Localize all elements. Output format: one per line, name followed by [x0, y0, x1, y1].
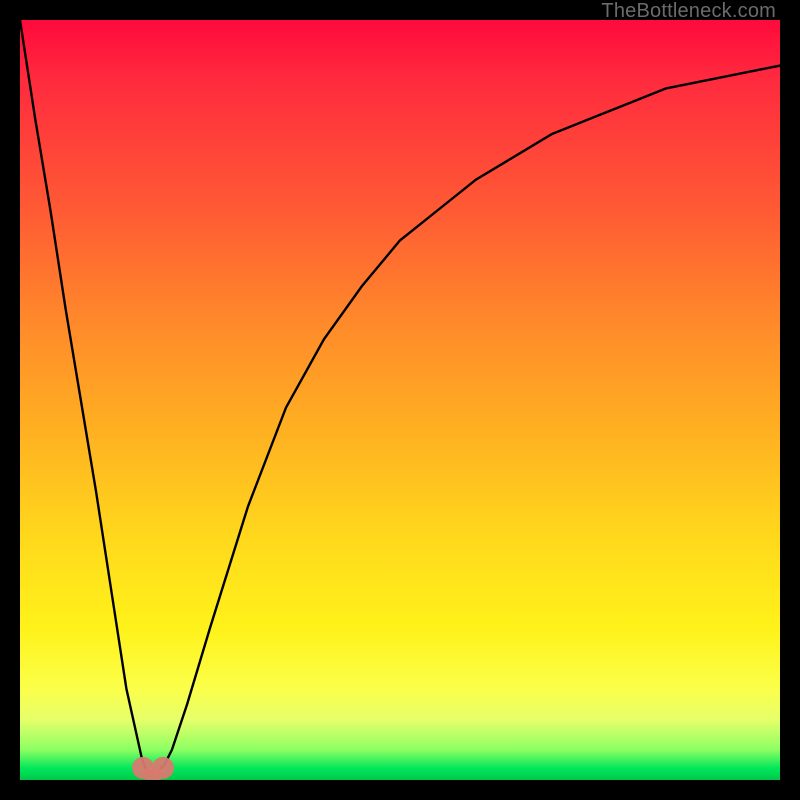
chart-frame: TheBottleneck.com — [0, 0, 800, 800]
min-marker — [132, 757, 174, 780]
min-marker-left — [132, 757, 154, 779]
plot-area — [20, 20, 780, 780]
min-marker-right — [152, 757, 174, 779]
bottleneck-curve — [20, 20, 780, 772]
curve-svg — [20, 20, 780, 780]
attribution-label: TheBottleneck.com — [601, 0, 776, 23]
